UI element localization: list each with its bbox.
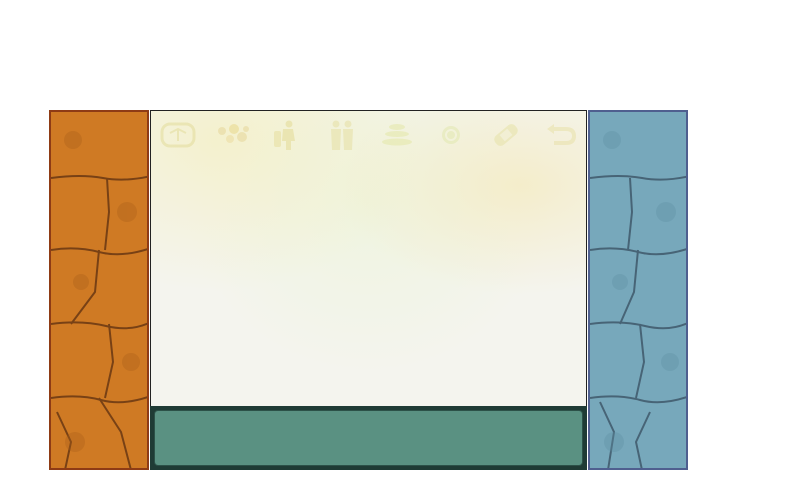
left-brick-pillar [49, 110, 149, 470]
flower-icon[interactable] [213, 117, 253, 153]
bandage-icon[interactable] [486, 117, 526, 153]
play-board [150, 110, 587, 407]
coin-icon[interactable] [431, 117, 471, 153]
stacked-plates-icon[interactable] [377, 117, 417, 153]
bottom-message-panel [150, 406, 587, 470]
game-stage [0, 0, 800, 480]
bottom-panel-surface [154, 410, 583, 466]
two-people-icon[interactable] [322, 117, 362, 153]
category-icon-row [151, 115, 586, 155]
left-brick-pattern [51, 131, 147, 468]
person-carrying-icon[interactable] [268, 117, 308, 153]
scale-icon[interactable] [158, 117, 198, 153]
return-arrow-icon[interactable] [541, 117, 581, 153]
right-brick-pattern [590, 131, 686, 468]
right-brick-pillar [588, 110, 688, 470]
